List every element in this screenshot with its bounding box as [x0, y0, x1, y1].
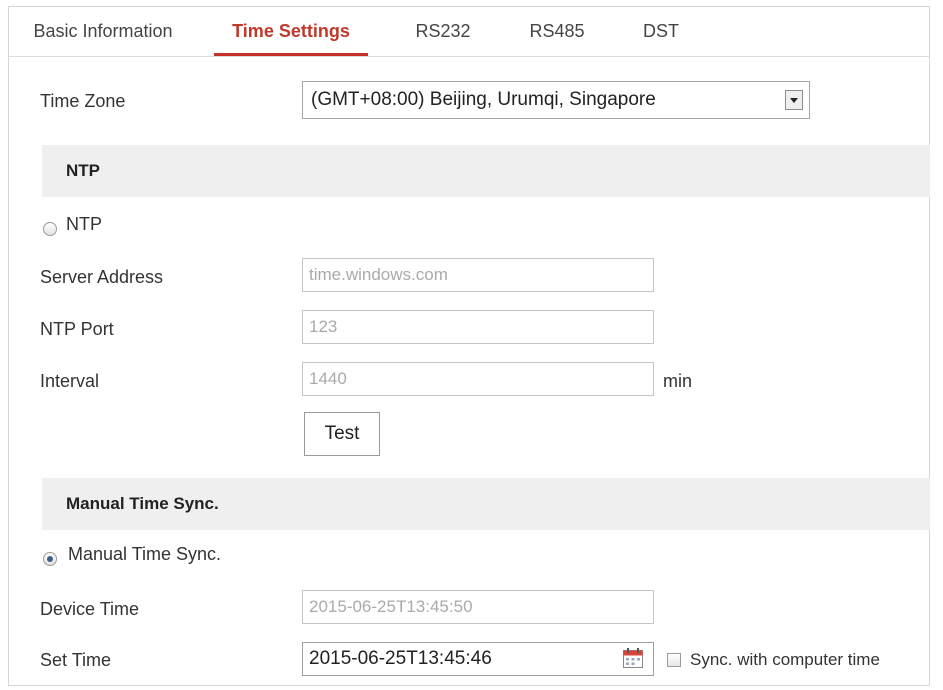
- sync-computer-time-checkbox[interactable]: [667, 653, 681, 667]
- sync-computer-time-label: Sync. with computer time: [690, 650, 880, 669]
- interval-label: Interval: [40, 371, 100, 391]
- ntp-radio-label: NTP: [66, 214, 102, 234]
- ntp-section-title: NTP: [66, 161, 100, 180]
- test-button[interactable]: Test: [304, 412, 380, 456]
- set-time-label: Set Time: [40, 650, 112, 670]
- set-time-input[interactable]: [302, 642, 654, 676]
- device-time-input[interactable]: [302, 590, 654, 624]
- interval-unit: min: [663, 371, 693, 391]
- manual-section-title: Manual Time Sync.: [66, 494, 219, 513]
- server-address-input[interactable]: [302, 258, 654, 292]
- chevron-down-icon[interactable]: [785, 90, 803, 110]
- tab-bar: Basic Information Time Settings RS232 RS…: [8, 6, 930, 57]
- tab-dst[interactable]: DST: [636, 6, 686, 56]
- device-time-label: Device Time: [40, 599, 140, 619]
- ntp-section-header: NTP: [42, 145, 930, 197]
- tab-rs232[interactable]: RS232: [406, 6, 480, 56]
- manual-sync-radio-label: Manual Time Sync.: [68, 544, 222, 564]
- time-zone-label: Time Zone: [40, 91, 126, 111]
- tab-basic-information[interactable]: Basic Information: [20, 6, 186, 56]
- time-zone-value: (GMT+08:00) Beijing, Urumqi, Singapore: [311, 89, 656, 110]
- calendar-icon[interactable]: [622, 647, 644, 669]
- time-zone-select[interactable]: (GMT+08:00) Beijing, Urumqi, Singapore: [302, 81, 810, 119]
- tab-rs485[interactable]: RS485: [520, 6, 594, 56]
- tab-time-settings[interactable]: Time Settings: [214, 6, 368, 56]
- ntp-port-input[interactable]: [302, 310, 654, 344]
- ntp-radio[interactable]: [43, 222, 57, 236]
- server-address-label: Server Address: [40, 267, 164, 287]
- manual-section-header: Manual Time Sync.: [42, 478, 930, 530]
- ntp-port-label: NTP Port: [40, 319, 114, 339]
- interval-input[interactable]: [302, 362, 654, 396]
- manual-sync-radio[interactable]: [43, 552, 57, 566]
